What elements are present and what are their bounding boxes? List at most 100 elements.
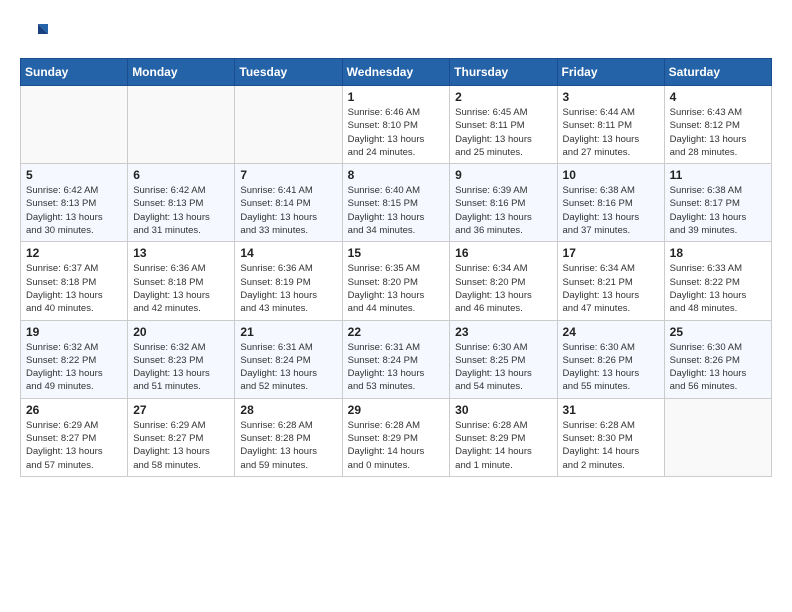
calendar-day-cell [235, 86, 342, 164]
calendar-week-row: 19 Sunrise: 6:32 AM Sunset: 8:22 PM Dayli… [21, 320, 772, 398]
day-info: Sunrise: 6:30 AM Sunset: 8:25 PM Dayligh… [455, 341, 551, 394]
calendar-header: SundayMondayTuesdayWednesdayThursdayFrid… [21, 59, 772, 86]
day-info: Sunrise: 6:41 AM Sunset: 8:14 PM Dayligh… [240, 184, 336, 237]
day-info: Sunrise: 6:37 AM Sunset: 8:18 PM Dayligh… [26, 262, 122, 315]
day-info: Sunrise: 6:36 AM Sunset: 8:18 PM Dayligh… [133, 262, 229, 315]
day-info: Sunrise: 6:31 AM Sunset: 8:24 PM Dayligh… [348, 341, 445, 394]
calendar-day-cell: 4 Sunrise: 6:43 AM Sunset: 8:12 PM Daylig… [664, 86, 771, 164]
day-number: 12 [26, 246, 122, 260]
day-number: 11 [670, 168, 766, 182]
day-info: Sunrise: 6:31 AM Sunset: 8:24 PM Dayligh… [240, 341, 336, 394]
day-info: Sunrise: 6:43 AM Sunset: 8:12 PM Dayligh… [670, 106, 766, 159]
day-info: Sunrise: 6:34 AM Sunset: 8:21 PM Dayligh… [563, 262, 659, 315]
calendar-week-row: 5 Sunrise: 6:42 AM Sunset: 8:13 PM Daylig… [21, 164, 772, 242]
day-info: Sunrise: 6:46 AM Sunset: 8:10 PM Dayligh… [348, 106, 445, 159]
calendar-day-cell: 10Sunrise: 6:38 AM Sunset: 8:16 PM Dayli… [557, 164, 664, 242]
calendar-day-cell: 7 Sunrise: 6:41 AM Sunset: 8:14 PM Daylig… [235, 164, 342, 242]
day-info: Sunrise: 6:28 AM Sunset: 8:29 PM Dayligh… [455, 419, 551, 472]
calendar-day-cell: 22 Sunrise: 6:31 AM Sunset: 8:24 PM Dayli… [342, 320, 450, 398]
day-info: Sunrise: 6:34 AM Sunset: 8:20 PM Dayligh… [455, 262, 551, 315]
calendar-day-cell: 14 Sunrise: 6:36 AM Sunset: 8:19 PM Dayli… [235, 242, 342, 320]
day-number: 30 [455, 403, 551, 417]
generalblue-logo-icon [20, 20, 48, 48]
day-number: 21 [240, 325, 336, 339]
day-number: 2 [455, 90, 551, 104]
calendar-day-cell: 5 Sunrise: 6:42 AM Sunset: 8:13 PM Daylig… [21, 164, 128, 242]
day-info: Sunrise: 6:30 AM Sunset: 8:26 PM Dayligh… [670, 341, 766, 394]
day-of-week-header: Wednesday [342, 59, 450, 86]
day-info: Sunrise: 6:40 AM Sunset: 8:15 PM Dayligh… [348, 184, 445, 237]
calendar-day-cell: 12 Sunrise: 6:37 AM Sunset: 8:18 PM Dayli… [21, 242, 128, 320]
day-of-week-header: Thursday [450, 59, 557, 86]
calendar-day-cell: 26Sunrise: 6:29 AM Sunset: 8:27 PM Dayli… [21, 398, 128, 476]
calendar-day-cell: 21 Sunrise: 6:31 AM Sunset: 8:24 PM Dayli… [235, 320, 342, 398]
day-info: Sunrise: 6:45 AM Sunset: 8:11 PM Dayligh… [455, 106, 551, 159]
calendar-day-cell: 25 Sunrise: 6:30 AM Sunset: 8:26 PM Dayli… [664, 320, 771, 398]
calendar-day-cell: 15 Sunrise: 6:35 AM Sunset: 8:20 PM Dayli… [342, 242, 450, 320]
day-number: 7 [240, 168, 336, 182]
calendar-week-row: 12 Sunrise: 6:37 AM Sunset: 8:18 PM Dayli… [21, 242, 772, 320]
calendar-day-cell: 16 Sunrise: 6:34 AM Sunset: 8:20 PM Dayli… [450, 242, 557, 320]
calendar-body: 1 Sunrise: 6:46 AM Sunset: 8:10 PM Daylig… [21, 86, 772, 477]
calendar-day-cell: 13Sunrise: 6:36 AM Sunset: 8:18 PM Dayli… [128, 242, 235, 320]
day-info: Sunrise: 6:30 AM Sunset: 8:26 PM Dayligh… [563, 341, 659, 394]
day-number: 22 [348, 325, 445, 339]
day-info: Sunrise: 6:42 AM Sunset: 8:13 PM Dayligh… [26, 184, 122, 237]
calendar-day-cell: 8 Sunrise: 6:40 AM Sunset: 8:15 PM Daylig… [342, 164, 450, 242]
day-number: 27 [133, 403, 229, 417]
day-info: Sunrise: 6:28 AM Sunset: 8:29 PM Dayligh… [348, 419, 445, 472]
day-number: 17 [563, 246, 659, 260]
day-number: 25 [670, 325, 766, 339]
day-info: Sunrise: 6:38 AM Sunset: 8:17 PM Dayligh… [670, 184, 766, 237]
calendar-day-cell: 23 Sunrise: 6:30 AM Sunset: 8:25 PM Dayli… [450, 320, 557, 398]
days-of-week-row: SundayMondayTuesdayWednesdayThursdayFrid… [21, 59, 772, 86]
day-number: 8 [348, 168, 445, 182]
day-info: Sunrise: 6:44 AM Sunset: 8:11 PM Dayligh… [563, 106, 659, 159]
day-number: 16 [455, 246, 551, 260]
day-number: 26 [26, 403, 122, 417]
day-number: 15 [348, 246, 445, 260]
day-number: 29 [348, 403, 445, 417]
calendar-day-cell: 30 Sunrise: 6:28 AM Sunset: 8:29 PM Dayli… [450, 398, 557, 476]
calendar-day-cell: 17 Sunrise: 6:34 AM Sunset: 8:21 PM Dayli… [557, 242, 664, 320]
calendar-table: SundayMondayTuesdayWednesdayThursdayFrid… [20, 58, 772, 477]
calendar-day-cell [128, 86, 235, 164]
calendar-day-cell: 27 Sunrise: 6:29 AM Sunset: 8:27 PM Dayli… [128, 398, 235, 476]
day-info: Sunrise: 6:35 AM Sunset: 8:20 PM Dayligh… [348, 262, 445, 315]
day-of-week-header: Tuesday [235, 59, 342, 86]
day-info: Sunrise: 6:28 AM Sunset: 8:28 PM Dayligh… [240, 419, 336, 472]
day-number: 4 [670, 90, 766, 104]
calendar-week-row: 26 Sunrise: 6:29 AM Sunset: 8:27 PM Dayli… [21, 398, 772, 476]
calendar-day-cell: 11 Sunrise: 6:38 AM Sunset: 8:17 PM Dayli… [664, 164, 771, 242]
day-number: 3 [563, 90, 659, 104]
day-number: 6 [133, 168, 229, 182]
calendar-day-cell: 1 Sunrise: 6:46 AM Sunset: 8:10 PM Daylig… [342, 86, 450, 164]
day-info: Sunrise: 6:32 AM Sunset: 8:22 PM Dayligh… [26, 341, 122, 394]
calendar-day-cell: 19 Sunrise: 6:32 AM Sunset: 8:22 PM Dayli… [21, 320, 128, 398]
calendar-day-cell: 24 Sunrise: 6:30 AM Sunset: 8:26 PM Dayli… [557, 320, 664, 398]
day-info: Sunrise: 6:39 AM Sunset: 8:16 PM Dayligh… [455, 184, 551, 237]
day-number: 5 [26, 168, 122, 182]
day-of-week-header: Sunday [21, 59, 128, 86]
day-info: Sunrise: 6:36 AM Sunset: 8:19 PM Dayligh… [240, 262, 336, 315]
day-number: 1 [348, 90, 445, 104]
day-number: 20 [133, 325, 229, 339]
page-header [20, 20, 772, 48]
day-of-week-header: Saturday [664, 59, 771, 86]
calendar-day-cell: 29 Sunrise: 6:28 AM Sunset: 8:29 PM Dayli… [342, 398, 450, 476]
day-info: Sunrise: 6:28 AM Sunset: 8:30 PM Dayligh… [563, 419, 659, 472]
day-info: Sunrise: 6:29 AM Sunset: 8:27 PM Dayligh… [133, 419, 229, 472]
day-number: 14 [240, 246, 336, 260]
day-number: 28 [240, 403, 336, 417]
calendar-day-cell: 31Sunrise: 6:28 AM Sunset: 8:30 PM Dayli… [557, 398, 664, 476]
day-number: 10 [563, 168, 659, 182]
day-number: 19 [26, 325, 122, 339]
day-number: 23 [455, 325, 551, 339]
day-info: Sunrise: 6:32 AM Sunset: 8:23 PM Dayligh… [133, 341, 229, 394]
day-of-week-header: Monday [128, 59, 235, 86]
calendar-day-cell: 3 Sunrise: 6:44 AM Sunset: 8:11 PM Daylig… [557, 86, 664, 164]
day-number: 18 [670, 246, 766, 260]
calendar-day-cell [21, 86, 128, 164]
day-number: 24 [563, 325, 659, 339]
logo [20, 20, 52, 48]
